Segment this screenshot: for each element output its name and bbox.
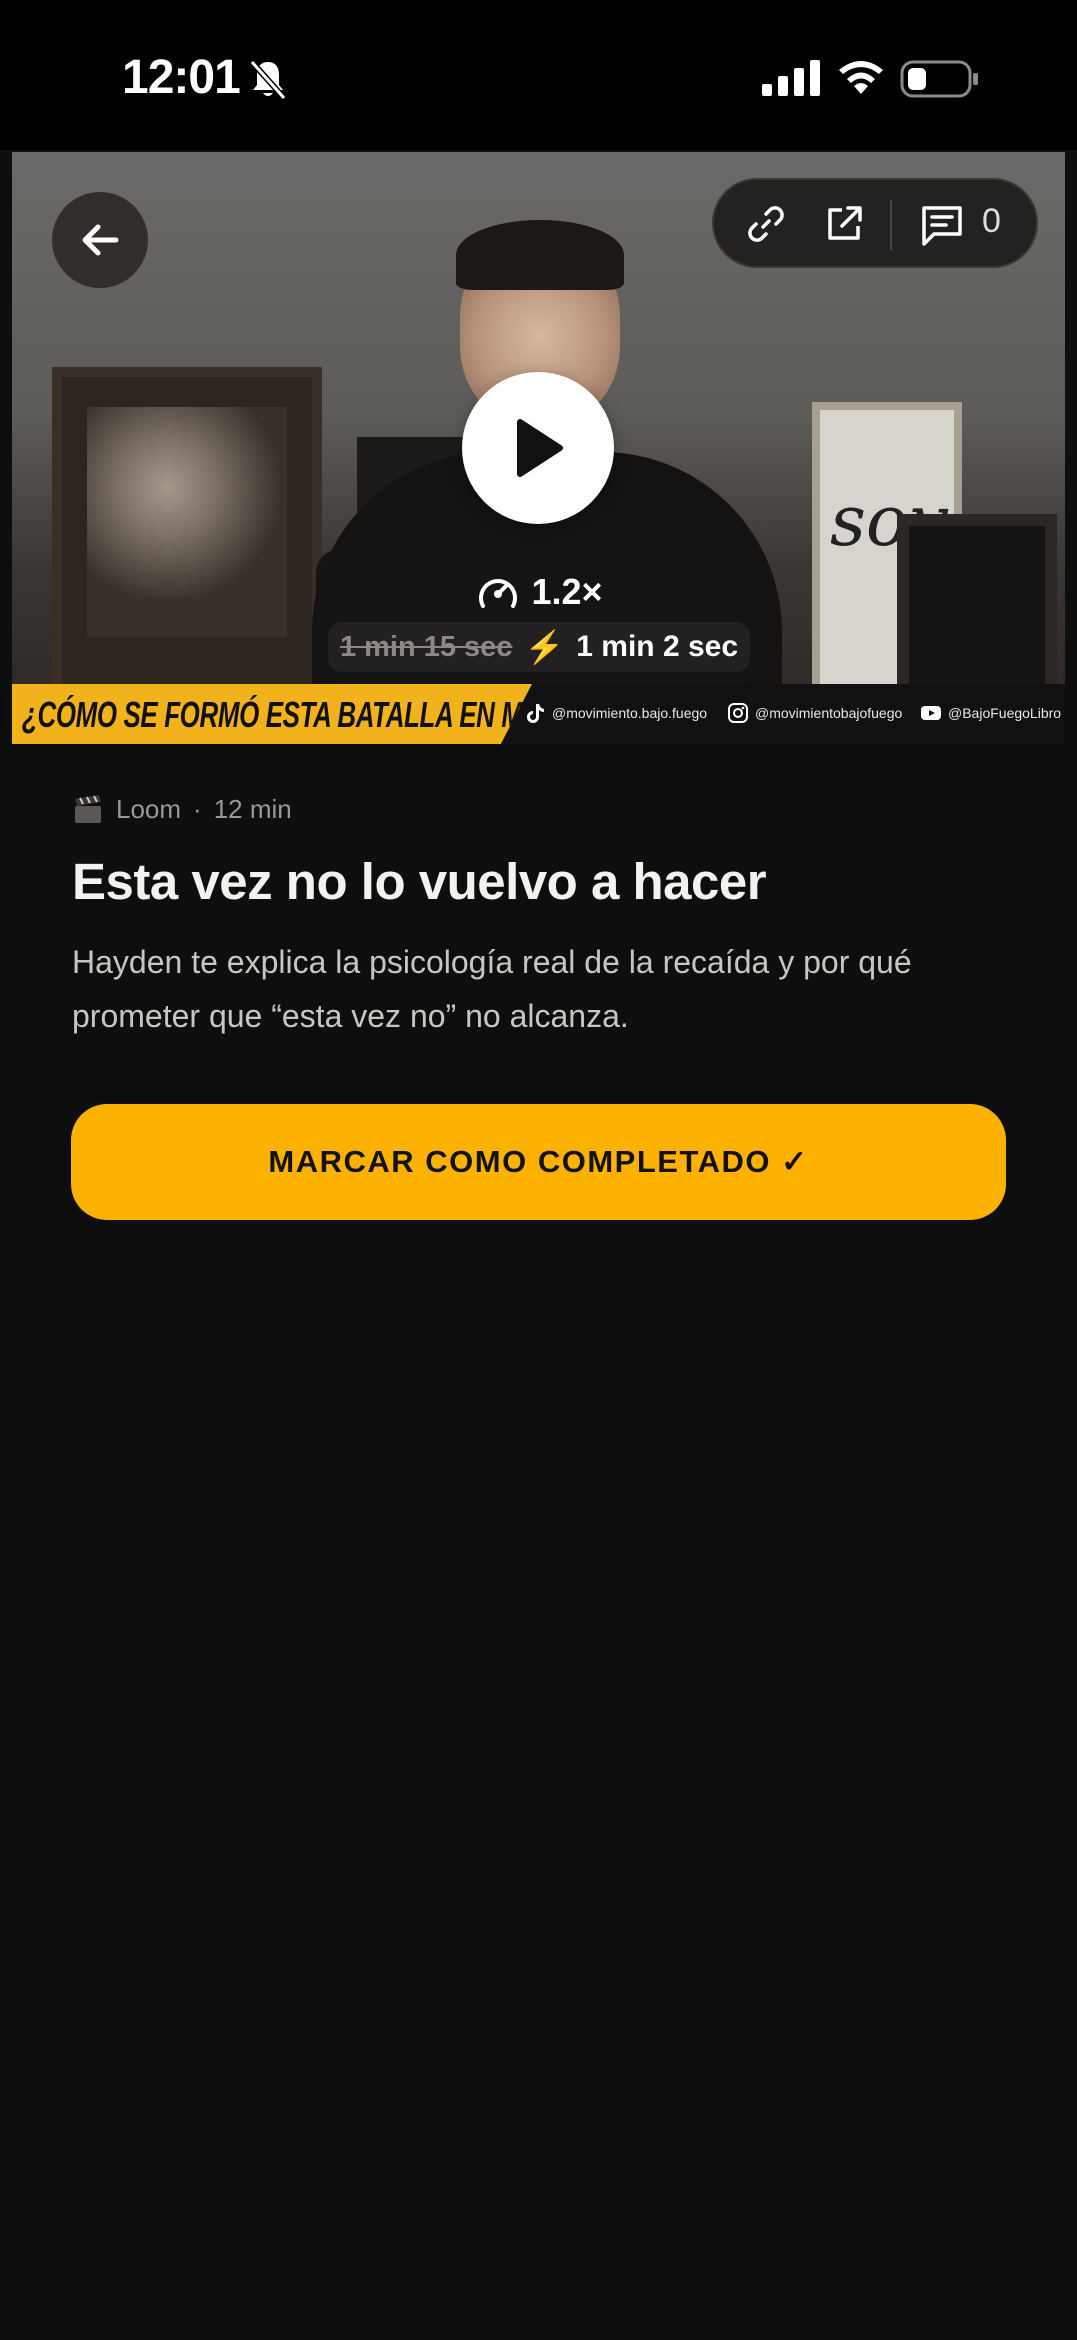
- speed-indicator[interactable]: 1.2× 1 min 15 sec ⚡ 1 min 2 sec: [316, 550, 762, 682]
- play-icon: [517, 419, 563, 477]
- video-banner: ¿CÓMO SE FORMÓ ESTA BATALLA EN MÍ? @movi…: [12, 684, 1065, 744]
- battery-icon: [900, 60, 978, 98]
- status-bar: 12:01: [0, 0, 1077, 150]
- lesson-title: Esta vez no lo vuelvo a hacer: [72, 853, 767, 910]
- comment-icon[interactable]: [918, 202, 966, 248]
- wifi-icon: [839, 61, 883, 94]
- lesson-meta: Loom · 12 min: [72, 794, 292, 825]
- youtube-icon: [921, 706, 941, 720]
- boosted-duration: 1 min 2 sec: [576, 630, 739, 663]
- signal-icon: [762, 60, 820, 96]
- speed-value: 1.2×: [531, 571, 603, 612]
- link-icon[interactable]: [744, 202, 788, 246]
- status-time: 12:01: [122, 51, 241, 104]
- bolt-icon: ⚡: [524, 629, 565, 665]
- back-button[interactable]: [52, 192, 148, 288]
- mark-complete-button[interactable]: MARCAR COMO COMPLETADO ✓: [71, 1104, 1006, 1220]
- banner-title: ¿CÓMO SE FORMÓ ESTA BATALLA EN MÍ?: [22, 694, 545, 735]
- play-button[interactable]: [462, 372, 614, 524]
- back-arrow-icon: [82, 224, 119, 256]
- social-instagram: @movimientobajofuego: [727, 702, 902, 724]
- original-duration: 1 min 15 sec: [339, 630, 513, 663]
- social-youtube: @BajoFuegoLibro: [920, 702, 1061, 724]
- video-toolbar: 0: [712, 178, 1038, 268]
- comment-count: 0: [982, 202, 1001, 240]
- social-tiktok: @movimiento.bajo.fuego: [524, 702, 707, 724]
- meta-separator: ·: [193, 794, 202, 824]
- instagram-icon: [728, 703, 748, 723]
- lesson-duration: 12 min: [213, 794, 292, 824]
- tiktok-icon: [527, 704, 544, 723]
- background-frame: [52, 367, 322, 697]
- mark-complete-label: MARCAR COMO COMPLETADO ✓: [268, 1144, 809, 1179]
- duration-row: 1 min 15 sec ⚡ 1 min 2 sec: [328, 622, 750, 672]
- bell-slash-icon: [249, 60, 287, 100]
- lesson-description: Hayden te explica la psicología real de …: [72, 944, 912, 1034]
- lesson-source: Loom: [116, 794, 182, 824]
- share-icon[interactable]: [822, 202, 866, 246]
- speed-icon: [479, 579, 518, 608]
- clapperboard-icon: [75, 794, 101, 823]
